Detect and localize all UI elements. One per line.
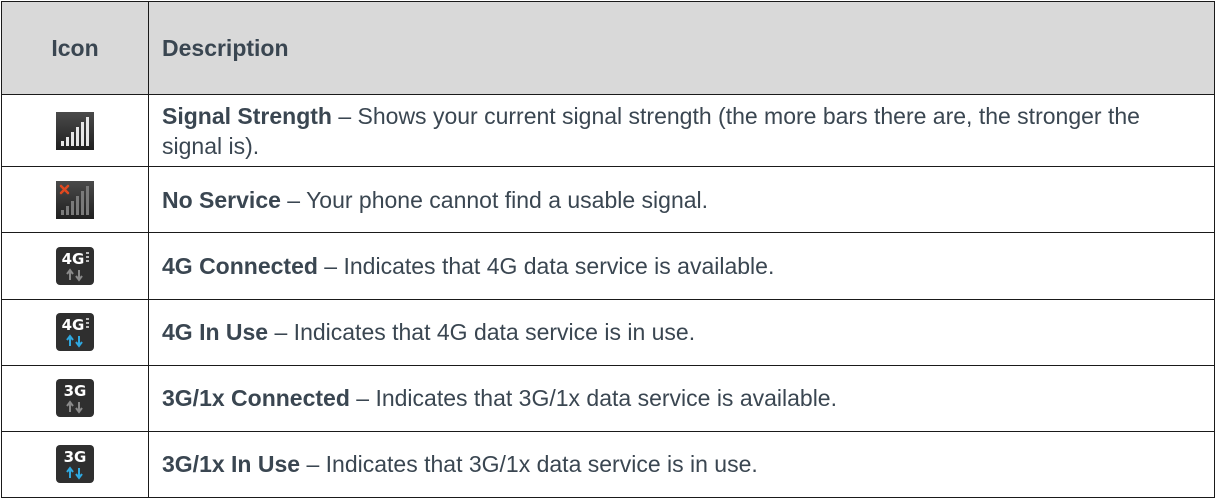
table-row: 4G 4G In Use – Indicates that 4G data se… xyxy=(1,298,1215,366)
table-row: 4G 4G Connected – Indicates that 4G data… xyxy=(1,232,1215,300)
table-row: Signal Strength – Shows your current sig… xyxy=(1,94,1215,168)
row-text: – Your phone cannot find a usable signal… xyxy=(280,186,709,213)
row-term: Signal Strength xyxy=(162,102,332,129)
status-icon-table: Icon Description Signal Strength – Shows… xyxy=(1,0,1215,499)
svg-text:3G: 3G xyxy=(64,448,87,466)
signal-strength-icon xyxy=(56,111,94,150)
row-description: 3G/1x In Use – Indicates that 3G/1x data… xyxy=(148,430,1215,499)
table-row: 3G 3G/1x Connected – Indicates that 3G/1… xyxy=(1,364,1215,432)
row-term: 3G/1x In Use xyxy=(162,451,301,478)
row-description: No Service – Your phone cannot find a us… xyxy=(148,166,1215,234)
header-description: Description xyxy=(148,0,1215,96)
3g-connected-icon: 3G xyxy=(56,379,94,418)
row-text: – Indicates that 3G/1x data service is a… xyxy=(349,385,837,412)
4g-connected-icon: 4G xyxy=(56,247,94,286)
row-text: – Indicates that 4G data service is in u… xyxy=(268,319,696,346)
table-row: 3G 3G/1x In Use – Indicates that 3G/1x d… xyxy=(1,430,1215,499)
row-text: – Indicates that 4G data service is avai… xyxy=(317,253,775,280)
row-term: No Service xyxy=(162,186,281,213)
row-term: 4G Connected xyxy=(162,253,318,280)
table-header-row: Icon Description xyxy=(1,0,1215,96)
4g-in-use-icon: 4G xyxy=(56,313,94,352)
row-term: 4G In Use xyxy=(162,319,269,346)
no-service-icon xyxy=(56,180,94,219)
svg-text:4G: 4G xyxy=(62,250,85,268)
row-description: 4G Connected – Indicates that 4G data se… xyxy=(148,232,1215,300)
svg-text:3G: 3G xyxy=(64,382,87,400)
row-description: 3G/1x Connected – Indicates that 3G/1x d… xyxy=(148,364,1215,432)
table-row: No Service – Your phone cannot find a us… xyxy=(1,166,1215,234)
row-description: Signal Strength – Shows your current sig… xyxy=(148,94,1215,168)
row-term: 3G/1x Connected xyxy=(162,385,350,412)
row-text: – Indicates that 3G/1x data service is i… xyxy=(300,451,758,478)
3g-in-use-icon: 3G xyxy=(56,445,94,484)
row-description: 4G In Use – Indicates that 4G data servi… xyxy=(148,298,1215,366)
header-icon: Icon xyxy=(1,0,149,96)
svg-text:4G: 4G xyxy=(62,316,85,334)
